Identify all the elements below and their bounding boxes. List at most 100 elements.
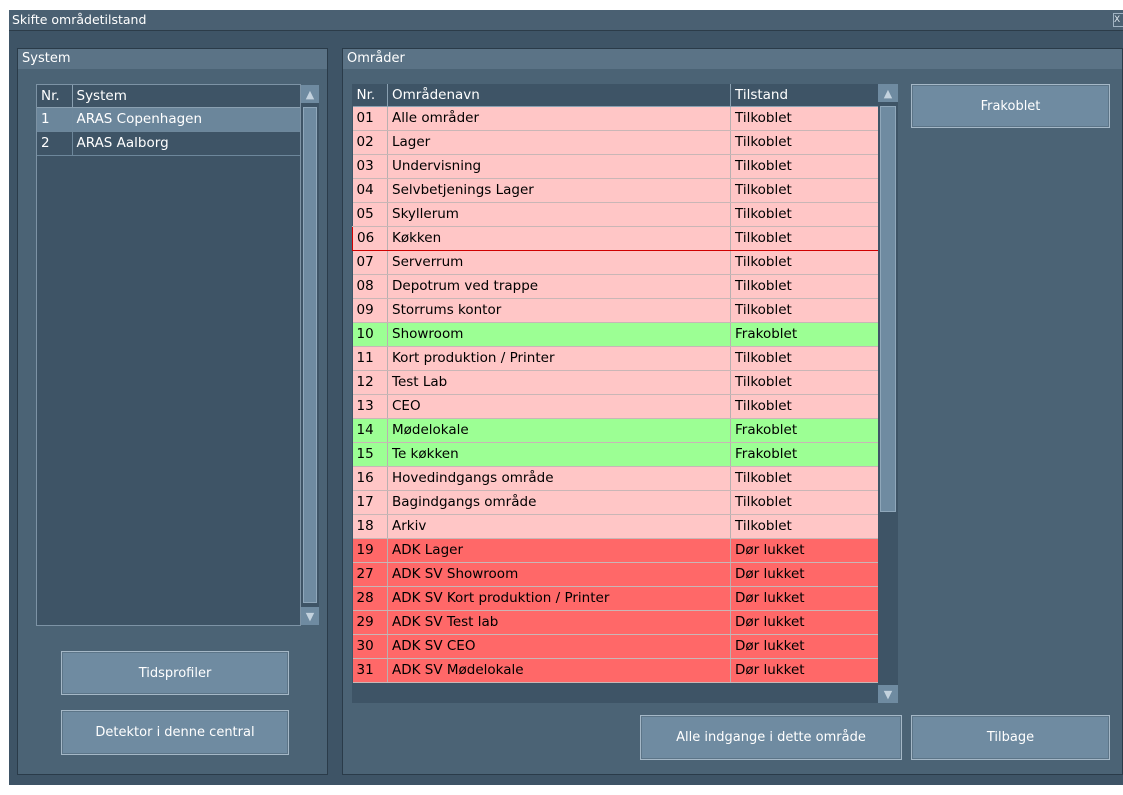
scroll-down-icon[interactable]: ▼ [301,607,319,625]
area-row[interactable]: 02 Lager Tilkoblet [352,130,878,155]
system-scrollbar[interactable]: ▲ ▼ [301,85,319,625]
system-nr: 2 [37,131,73,156]
column-header-nr[interactable]: Nr. [37,85,73,108]
area-nr: 04 [352,178,388,203]
area-nr: 06 [352,225,388,251]
close-icon[interactable]: X [1113,13,1123,27]
area-name: Hovedindgangs område [387,466,731,491]
area-row[interactable]: 04 Selvbetjenings Lager Tilkoblet [352,178,878,203]
area-row[interactable]: 08 Depotrum ved trappe Tilkoblet [352,274,878,299]
scroll-up-icon[interactable]: ▲ [878,84,898,102]
system-panel: System Nr. System 1 ARAS Copenhagen 2 ARAS … [17,48,328,775]
areas-table-header: Nr. Områdenavn Tilstand [352,84,878,107]
area-name: Mødelokale [387,418,731,443]
area-row[interactable]: 12 Test Lab Tilkoblet [352,370,878,395]
area-state: Tilkoblet [730,370,878,395]
area-name: Storrums kontor [387,298,731,323]
area-row[interactable]: 29 ADK SV Test lab Dør lukket [352,610,878,635]
area-name: Alle områder [387,106,731,131]
system-row[interactable]: 1 ARAS Copenhagen [37,107,300,132]
area-state: Dør lukket [730,658,878,683]
area-row[interactable]: 17 Bagindgangs område Tilkoblet [352,490,878,515]
column-header-nr[interactable]: Nr. [352,84,388,107]
area-row[interactable]: 09 Storrums kontor Tilkoblet [352,298,878,323]
area-nr: 29 [352,610,388,635]
area-name: Te køkken [387,442,731,467]
scroll-up-icon[interactable]: ▲ [301,85,319,103]
area-nr: 11 [352,346,388,371]
area-name: ADK SV CEO [387,634,731,659]
area-state: Tilkoblet [730,202,878,227]
detector-button[interactable]: Detektor i denne central [61,710,289,755]
system-scroll-thumb[interactable] [303,107,317,603]
area-state: Tilkoblet [730,298,878,323]
area-row[interactable]: 03 Undervisning Tilkoblet [352,154,878,179]
area-name: Skyllerum [387,202,731,227]
area-row[interactable]: 05 Skyllerum Tilkoblet [352,202,878,227]
area-name: Selvbetjenings Lager [387,178,731,203]
areas-panel: Områder Nr. Områdenavn Tilstand 01 Alle o… [342,48,1123,775]
area-row[interactable]: 28 ADK SV Kort produktion / Printer Dør lu… [352,586,878,611]
area-nr: 01 [352,106,388,131]
area-state: Tilkoblet [730,490,878,515]
area-name: Kort produktion / Printer [387,346,731,371]
area-name: ADK SV Kort produktion / Printer [387,586,731,611]
toggle-state-button[interactable]: Frakoblet [911,84,1110,128]
area-row[interactable]: 31 ADK SV Mødelokale Dør lukket [352,658,878,683]
column-header-area-name[interactable]: Områdenavn [387,84,731,107]
area-row[interactable]: 01 Alle områder Tilkoblet [352,106,878,131]
area-row[interactable]: 18 Arkiv Tilkoblet [352,514,878,539]
area-name: Test Lab [387,370,731,395]
area-name: Arkiv [387,514,731,539]
column-header-system[interactable]: System [72,85,300,108]
area-nr: 13 [352,394,388,419]
area-nr: 05 [352,202,388,227]
area-nr: 08 [352,274,388,299]
area-row[interactable]: 10 Showroom Frakoblet [352,322,878,347]
area-nr: 07 [352,250,388,275]
area-row[interactable]: 13 CEO Tilkoblet [352,394,878,419]
area-name: Depotrum ved trappe [387,274,731,299]
all-entrances-button[interactable]: Alle indgange i dette område [640,715,902,760]
area-row[interactable]: 30 ADK SV CEO Dør lukket [352,634,878,659]
area-row[interactable]: 19 ADK Lager Dør lukket [352,538,878,563]
system-panel-header: System [18,49,327,69]
column-header-state[interactable]: Tilstand [730,84,878,107]
area-row[interactable]: 11 Kort produktion / Printer Tilkoblet [352,346,878,371]
system-table: Nr. System 1 ARAS Copenhagen 2 ARAS Aalborg [37,85,300,156]
area-row[interactable]: 27 ADK SV Showroom Dør lukket [352,562,878,587]
area-state: Tilkoblet [730,106,878,131]
area-state: Tilkoblet [730,178,878,203]
area-row[interactable]: 14 Mødelokale Frakoblet [352,418,878,443]
area-state: Tilkoblet [730,394,878,419]
areas-scrollbar[interactable]: ▲ ▼ [878,84,898,703]
areas-list: Nr. Områdenavn Tilstand 01 Alle områder Ti… [352,84,878,703]
area-nr: 30 [352,634,388,659]
area-state: Frakoblet [730,322,878,347]
area-name: Undervisning [387,154,731,179]
area-state: Tilkoblet [730,514,878,539]
scroll-down-icon[interactable]: ▼ [878,685,898,703]
area-row[interactable]: 07 Serverrum Tilkoblet [352,250,878,275]
areas-panel-header: Områder [343,49,1122,69]
time-profiles-button[interactable]: Tidsprofiler [61,651,289,695]
area-row[interactable]: 15 Te køkken Frakoblet [352,442,878,467]
area-name: ADK SV Test lab [387,610,731,635]
back-button[interactable]: Tilbage [911,715,1110,760]
system-row[interactable]: 2 ARAS Aalborg [37,131,300,156]
area-state: Tilkoblet [730,346,878,371]
area-state: Tilkoblet [730,225,878,251]
areas-scroll-thumb[interactable] [880,106,896,512]
area-nr: 02 [352,130,388,155]
area-row[interactable]: 06 Køkken Tilkoblet [352,225,878,251]
area-name: Lager [387,130,731,155]
window-title: Skifte områdetilstand [12,12,147,27]
area-row[interactable]: 16 Hovedindgangs område Tilkoblet [352,466,878,491]
area-nr: 19 [352,538,388,563]
area-name: ADK Lager [387,538,731,563]
system-table-header: Nr. System [37,85,300,108]
area-name: Serverrum [387,250,731,275]
area-nr: 14 [352,418,388,443]
area-nr: 15 [352,442,388,467]
area-nr: 16 [352,466,388,491]
